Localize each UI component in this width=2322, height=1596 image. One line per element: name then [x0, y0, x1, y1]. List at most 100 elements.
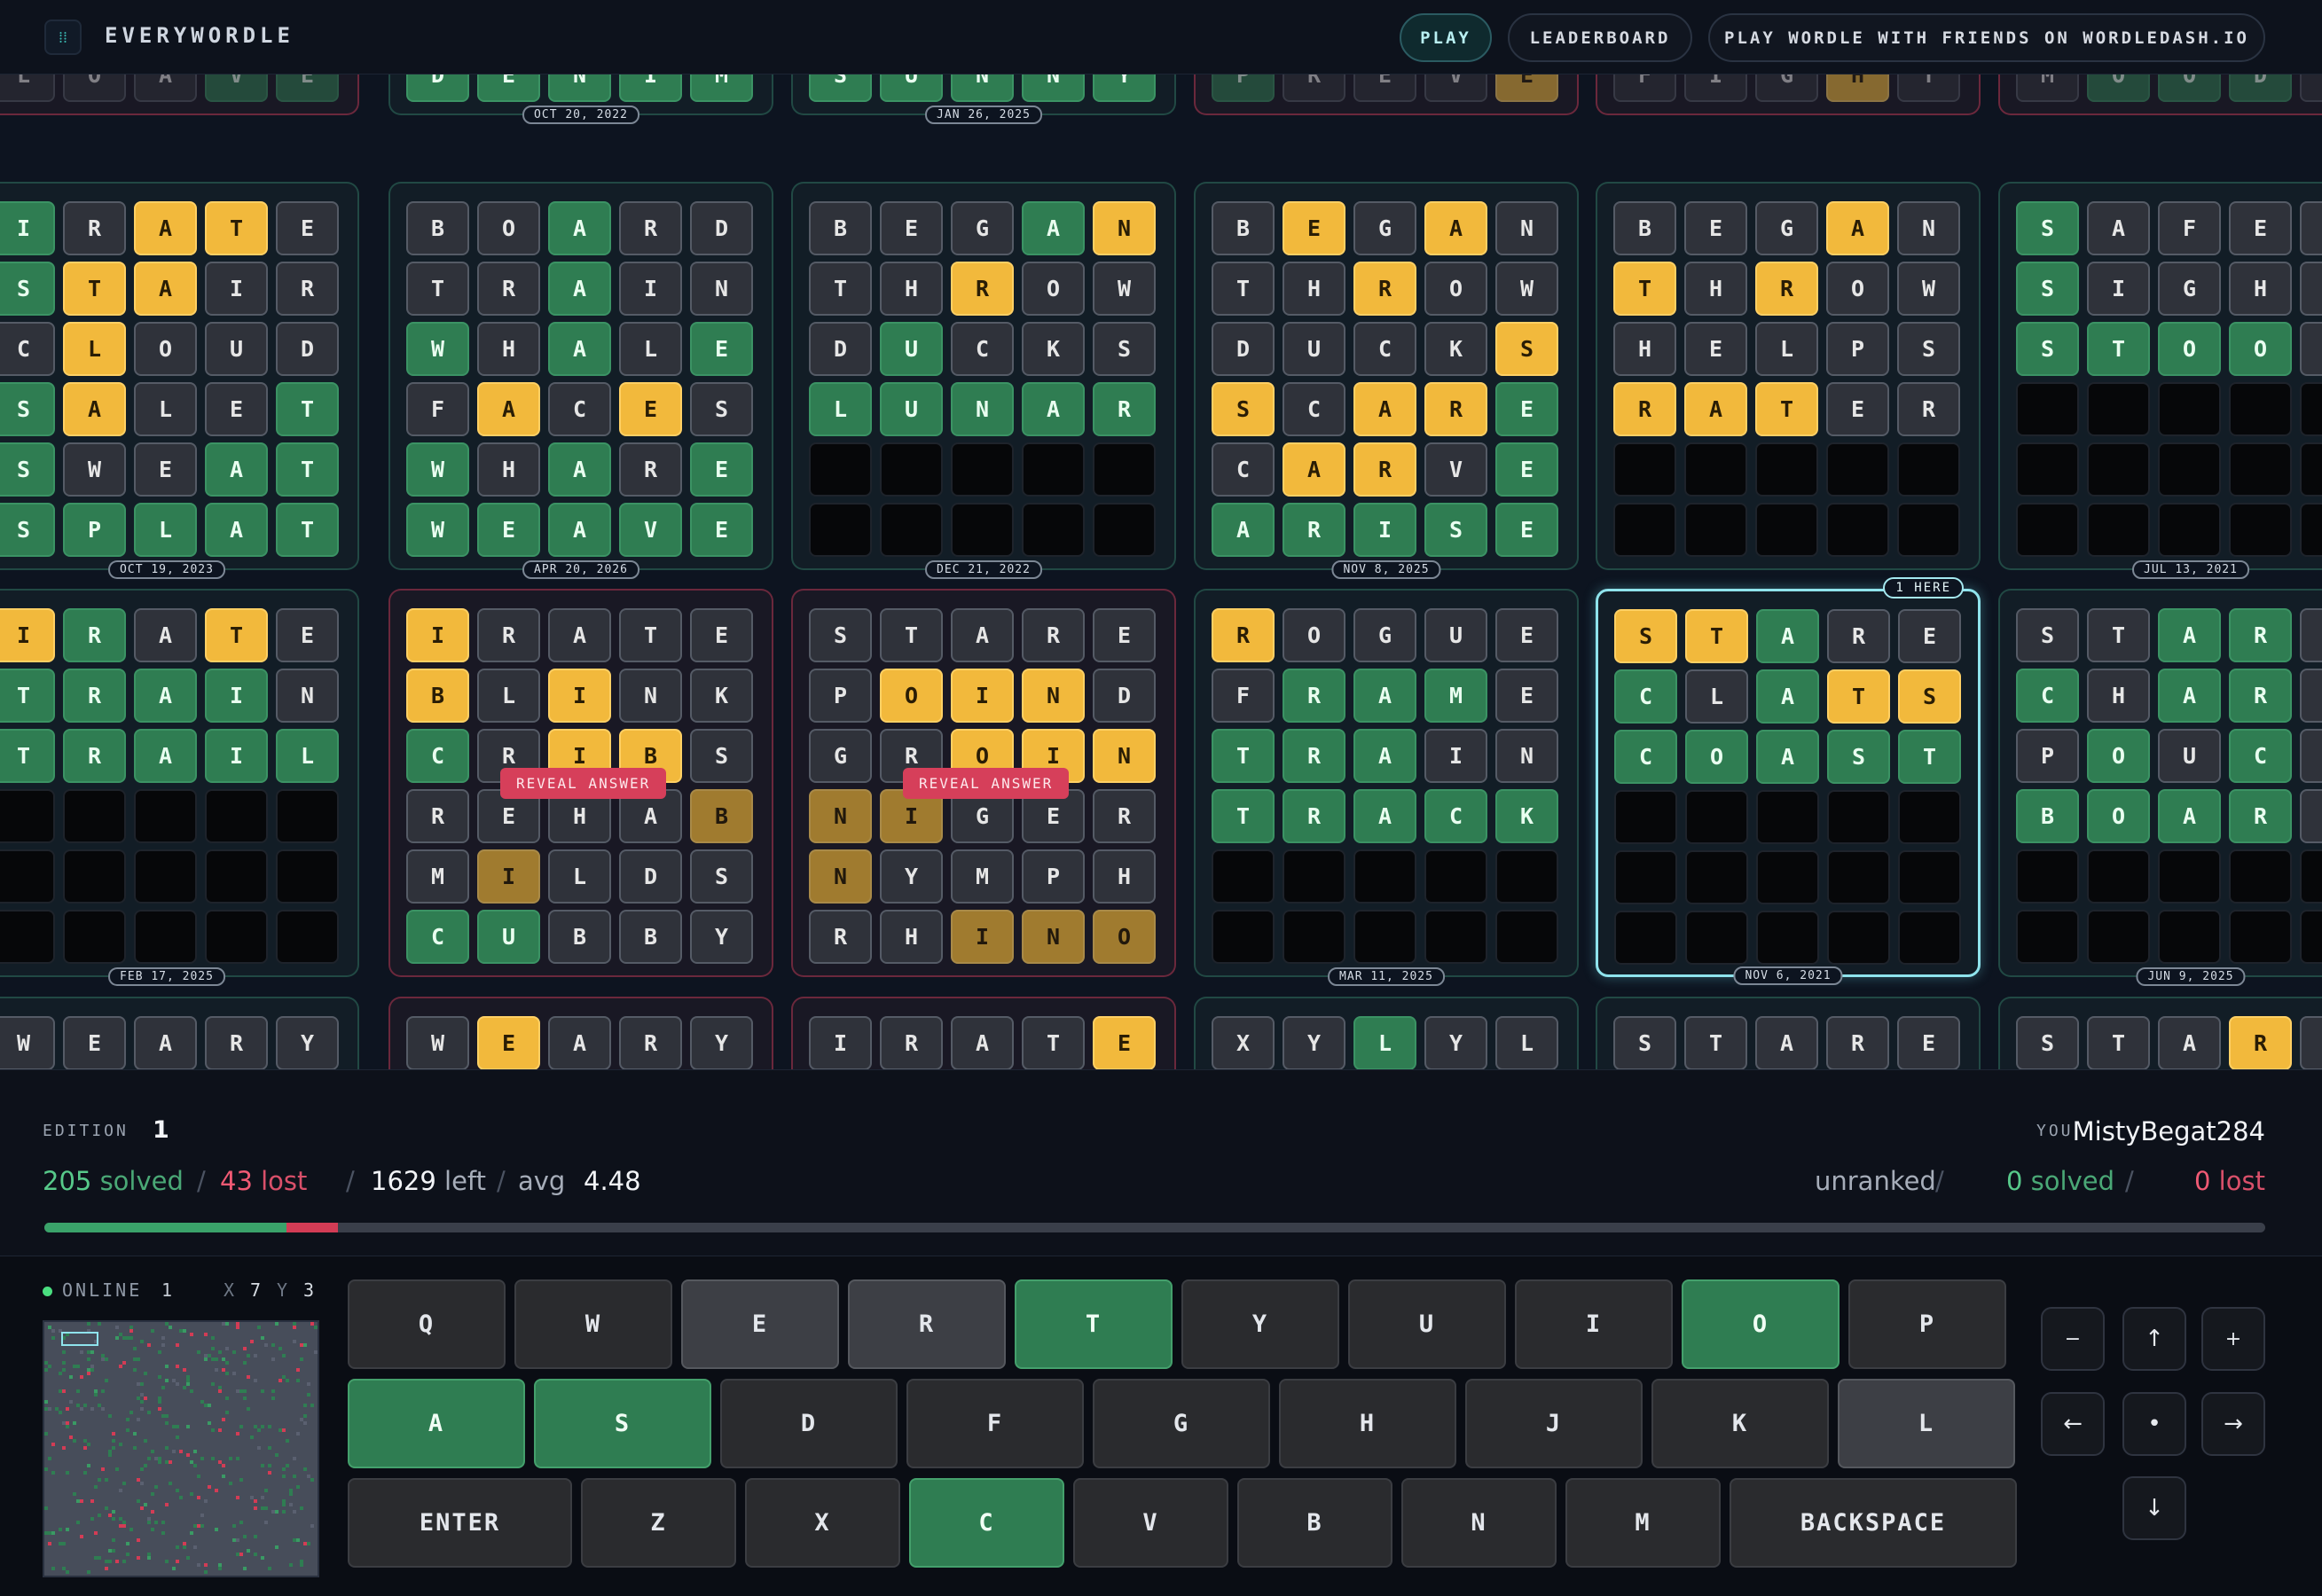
minimap-cell [48, 1365, 51, 1368]
letter-tile: H [477, 322, 540, 376]
puzzle-card[interactable]: I R A T E B L I N K C R I B S R E H A B M I L D S C U B B Y REVEAL ANS… [388, 589, 773, 977]
puzzle-card[interactable]: WEARY [0, 997, 359, 1069]
key-x[interactable]: X [745, 1478, 900, 1568]
key-y[interactable]: Y [1181, 1279, 1339, 1369]
letter-tile: L [0, 74, 55, 102]
puzzle-card[interactable]: LOAVE [0, 74, 359, 115]
key-d[interactable]: D [720, 1379, 898, 1468]
letter-tile: R [1093, 382, 1156, 436]
puzzle-card[interactable]: S A F E S I G H S T O O JUL 13, 2021 [1998, 182, 2322, 579]
reveal-answer-button[interactable]: REVEAL ANSWER [903, 768, 1070, 799]
reveal-answer-button[interactable]: REVEAL ANSWER [500, 768, 667, 799]
puzzle-card[interactable]: S T A R E C L A T S C O A S T NOV 6, 2021 1 HERE [1596, 577, 1981, 985]
key-z[interactable]: Z [581, 1478, 736, 1568]
puzzle-card[interactable]: WEARY [388, 997, 773, 1069]
key-g[interactable]: G [1093, 1379, 1270, 1468]
minimap-cell [303, 1414, 307, 1418]
puzzle-board[interactable]: L O A V E D E N I M OCT 20, 2022 S U N N Y JAN 26, 2025 P… [0, 74, 2322, 1069]
key-j[interactable]: J [1465, 1379, 1643, 1468]
letter-tile: T [1827, 669, 1890, 724]
center-button[interactable]: • [2122, 1392, 2186, 1456]
minimap-cell [261, 1496, 264, 1499]
letter-tile: T [0, 729, 55, 783]
arrow-left-icon[interactable]: ← [2041, 1392, 2105, 1456]
letter-tile: N [690, 262, 753, 316]
minimap-cell [204, 1357, 208, 1361]
key-o[interactable]: O [1682, 1279, 1840, 1369]
puzzle-card[interactable]: B E G A N T H R O W D U C K S L U N A R DEC 21, 2022 [791, 182, 1176, 579]
letter-tile: O [1093, 910, 1156, 964]
letter-tile: N [1093, 729, 1156, 783]
letter-tile: L [1353, 1016, 1416, 1069]
minimap-cell [133, 1368, 137, 1372]
key-f[interactable]: F [906, 1379, 1084, 1468]
key-h[interactable]: H [1279, 1379, 1456, 1468]
key-backspace[interactable]: BACKSPACE [1730, 1478, 2017, 1568]
puzzle-card[interactable]: D E N I M OCT 20, 2022 [388, 74, 773, 124]
key-r[interactable]: R [848, 1279, 1006, 1369]
key-b[interactable]: B [1237, 1478, 1392, 1568]
puzzle-card[interactable]: S T A R E P O I N D G R O I N N I G E R N Y M P H R H I N O REVEAL ANS… [791, 589, 1176, 977]
puzzle-card[interactable]: S U N N Y JAN 26, 2025 [791, 74, 1176, 124]
minimap-cell [94, 1556, 98, 1560]
arrow-right-icon[interactable]: → [2201, 1392, 2265, 1456]
puzzle-card[interactable]: MOOD [1998, 74, 2322, 115]
key-t[interactable]: T [1015, 1279, 1173, 1369]
key-w[interactable]: W [514, 1279, 672, 1369]
letter-tile: R [619, 442, 682, 497]
puzzle-card[interactable]: B O A R D T R A I N W H A L E F A C E S W H A R E W E A V E APR 20, 20… [388, 182, 773, 579]
key-u[interactable]: U [1348, 1279, 1506, 1369]
letter-tile: E [1495, 608, 1558, 662]
puzzle-card[interactable]: XYLYL [1194, 997, 1579, 1069]
letter-tile: E [1353, 74, 1416, 102]
empty-tile [63, 849, 126, 904]
key-s[interactable]: S [534, 1379, 711, 1468]
minimap-cell [83, 1439, 87, 1443]
zoom-out-button[interactable]: − [2041, 1307, 2105, 1371]
key-q[interactable]: Q [348, 1279, 506, 1369]
minimap-cell [69, 1400, 73, 1404]
puzzle-card[interactable]: STARE [1596, 997, 1981, 1069]
puzzle-card[interactable]: R O G U E F R A M E T R A I N T R A C K MAR 11, 2025 [1194, 589, 1579, 986]
arrow-up-icon[interactable]: ↑ [2122, 1307, 2186, 1371]
empty-tile [205, 910, 268, 964]
minimap-cell [165, 1460, 169, 1464]
empty-tile [2300, 910, 2322, 964]
puzzle-card[interactable]: I R A T E S T A I R C L O U D S A L E T S W E A T S P L A T OCT 19, 20… [0, 182, 359, 579]
letter-tile: W [1093, 262, 1156, 316]
minimap[interactable] [43, 1320, 319, 1577]
letter-tile: N [1897, 201, 1960, 255]
letter-tile: A [134, 74, 197, 102]
minimap-cell [129, 1326, 133, 1329]
puzzle-card[interactable]: PREVE [1194, 74, 1579, 115]
key-n[interactable]: N [1401, 1478, 1557, 1568]
minimap-cell [48, 1457, 51, 1460]
key-k[interactable]: K [1651, 1379, 1829, 1468]
puzzle-card[interactable]: FIGHT [1596, 74, 1981, 115]
key-v[interactable]: V [1073, 1478, 1228, 1568]
key-a[interactable]: A [348, 1379, 525, 1468]
play-button[interactable]: PLAY [1400, 13, 1492, 62]
empty-tile [2087, 382, 2150, 436]
key-c[interactable]: C [909, 1478, 1064, 1568]
minimap-cell [151, 1528, 154, 1531]
zoom-in-button[interactable]: + [2201, 1307, 2265, 1371]
puzzle-card[interactable]: I R A T E T R A I N T R A I L FEB 17, 2025 [0, 589, 359, 986]
key-p[interactable]: P [1848, 1279, 2006, 1369]
puzzle-card[interactable]: BEGANTHROWHELPSRATER [1596, 182, 1981, 570]
puzzle-card[interactable]: IRATE [791, 997, 1176, 1069]
key-i[interactable]: I [1515, 1279, 1673, 1369]
minimap-cell [190, 1333, 193, 1336]
puzzle-card[interactable]: STAR [1998, 997, 2322, 1069]
puzzle-card[interactable]: B E G A N T H R O W D U C K S S C A R E C A R V E A R I S E NOV 8, 202… [1194, 182, 1579, 579]
arrow-down-icon[interactable]: ↓ [2122, 1476, 2186, 1540]
minimap-cell [261, 1556, 264, 1560]
key-l[interactable]: L [1838, 1379, 2015, 1468]
wordledash-link[interactable]: PLAY WORDLE WITH FRIENDS ON WORDLEDASH.I… [1708, 13, 2265, 62]
key-m[interactable]: M [1565, 1478, 1721, 1568]
leaderboard-button[interactable]: LEADERBOARD [1508, 13, 1692, 62]
key-e[interactable]: E [681, 1279, 839, 1369]
puzzle-card[interactable]: S T A R C H A R P O U C B O A R JUN 9, 2025 [1998, 589, 2322, 986]
key-enter[interactable]: ENTER [348, 1478, 572, 1568]
minimap-cell [218, 1350, 222, 1354]
